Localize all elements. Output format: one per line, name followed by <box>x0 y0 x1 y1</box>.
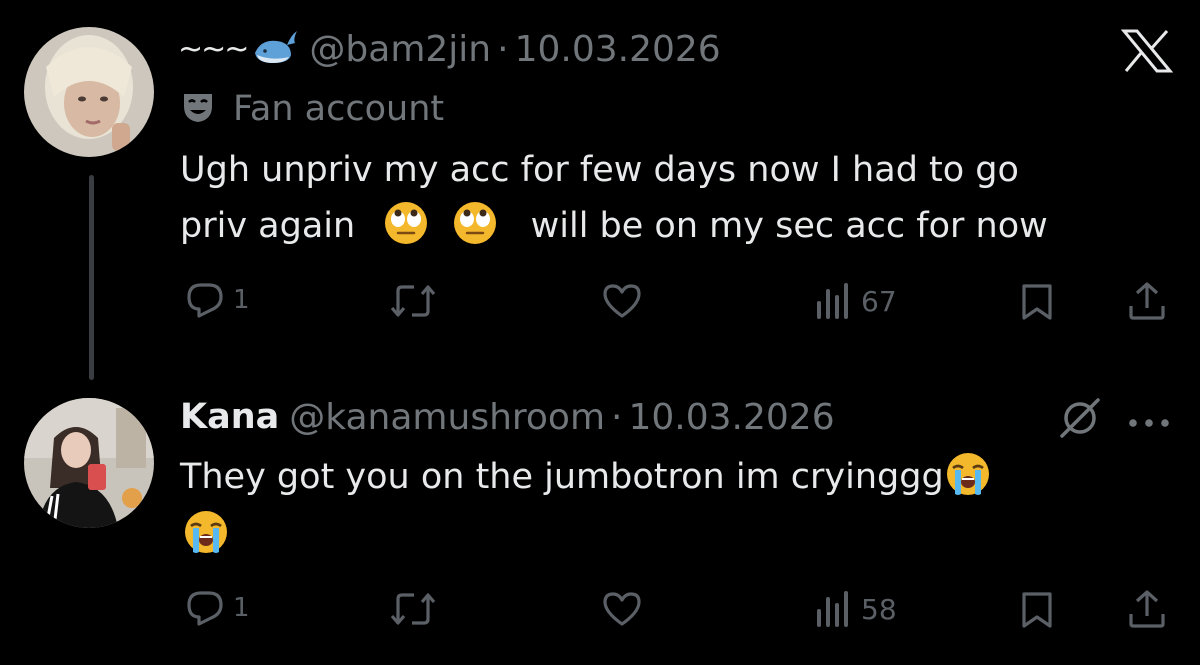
tweet-2-text: They got you on the jumbotron im cryingg… <box>180 449 1170 563</box>
separator-dot: · <box>497 28 509 70</box>
share-icon <box>1129 590 1165 628</box>
handle[interactable]: @bam2jin <box>309 29 491 70</box>
grok-icon[interactable] <box>1058 396 1102 444</box>
bookmark-button[interactable] <box>1019 282 1055 322</box>
tweet-1-line-2: priv again will be on my sec acc for now <box>180 198 1170 254</box>
share-button[interactable] <box>1126 280 1168 322</box>
retweet-button[interactable] <box>388 283 438 319</box>
timestamp[interactable]: 10.03.2026 <box>515 29 721 70</box>
views-button[interactable]: 58 <box>813 591 897 627</box>
views-count: 67 <box>861 284 897 318</box>
eye-roll-emoji <box>384 201 428 245</box>
views-button[interactable]: 67 <box>813 283 897 319</box>
bookmark-icon <box>1022 592 1052 628</box>
separator-dot: · <box>611 396 623 438</box>
timestamp[interactable]: 10.03.2026 <box>628 397 834 438</box>
reply-count: 1 <box>233 285 250 315</box>
loudly-crying-emoji <box>184 510 228 554</box>
eye-roll-emoji <box>453 201 497 245</box>
views-count: 58 <box>861 592 897 626</box>
retweet-button[interactable] <box>388 591 438 627</box>
tweet-1-line-1: Ugh unpriv my acc for few days now I had… <box>180 150 1019 190</box>
account-label[interactable]: Fan account <box>181 86 444 132</box>
thread-connector <box>89 175 94 380</box>
tweet-2-text-part: They got you on the jumbotron im cryingg… <box>180 457 944 497</box>
whale-emoji <box>251 27 299 71</box>
fan-account-mask-icon <box>181 90 215 128</box>
share-icon <box>1129 282 1165 320</box>
tweet-2-line-2 <box>180 507 1170 563</box>
avatar[interactable] <box>24 27 154 157</box>
tweet-2-header: Kana @kanamushroom · 10.03.2026 <box>180 392 835 442</box>
tweet-2-line-1: They got you on the jumbotron im cryingg… <box>180 449 1170 505</box>
views-icon <box>817 591 848 627</box>
tweet-1-text: Ugh unpriv my acc for few days now I had… <box>180 142 1170 254</box>
reply-count: 1 <box>233 593 250 623</box>
x-logo-icon[interactable] <box>1120 29 1174 77</box>
tweet-1-header: ~~~ @bam2jin · 10.03.2026 <box>178 26 721 72</box>
reply-button[interactable]: 1 <box>185 282 250 318</box>
reply-icon <box>187 283 223 318</box>
views-icon <box>817 283 848 319</box>
display-name[interactable]: ~~~ <box>178 32 249 67</box>
loudly-crying-emoji <box>946 452 990 496</box>
avatar[interactable] <box>24 398 154 528</box>
bookmark-button[interactable] <box>1019 590 1055 630</box>
retweet-icon <box>390 593 436 625</box>
display-name[interactable]: Kana <box>180 397 279 437</box>
tweet-1-text-part-a: priv again <box>180 206 356 246</box>
tweet-1-text-part-b: will be on my sec acc for now <box>530 206 1048 246</box>
like-button[interactable] <box>601 590 643 628</box>
like-icon <box>603 592 641 626</box>
like-icon <box>603 284 641 318</box>
bookmark-icon <box>1022 284 1052 320</box>
retweet-icon <box>390 285 436 317</box>
reply-icon <box>187 591 223 626</box>
reply-button[interactable]: 1 <box>185 590 250 626</box>
fan-account-label: Fan account <box>233 89 445 129</box>
share-button[interactable] <box>1126 588 1168 630</box>
more-icon[interactable] <box>1127 414 1171 433</box>
like-button[interactable] <box>601 282 643 320</box>
handle[interactable]: @kanamushroom <box>289 397 605 438</box>
